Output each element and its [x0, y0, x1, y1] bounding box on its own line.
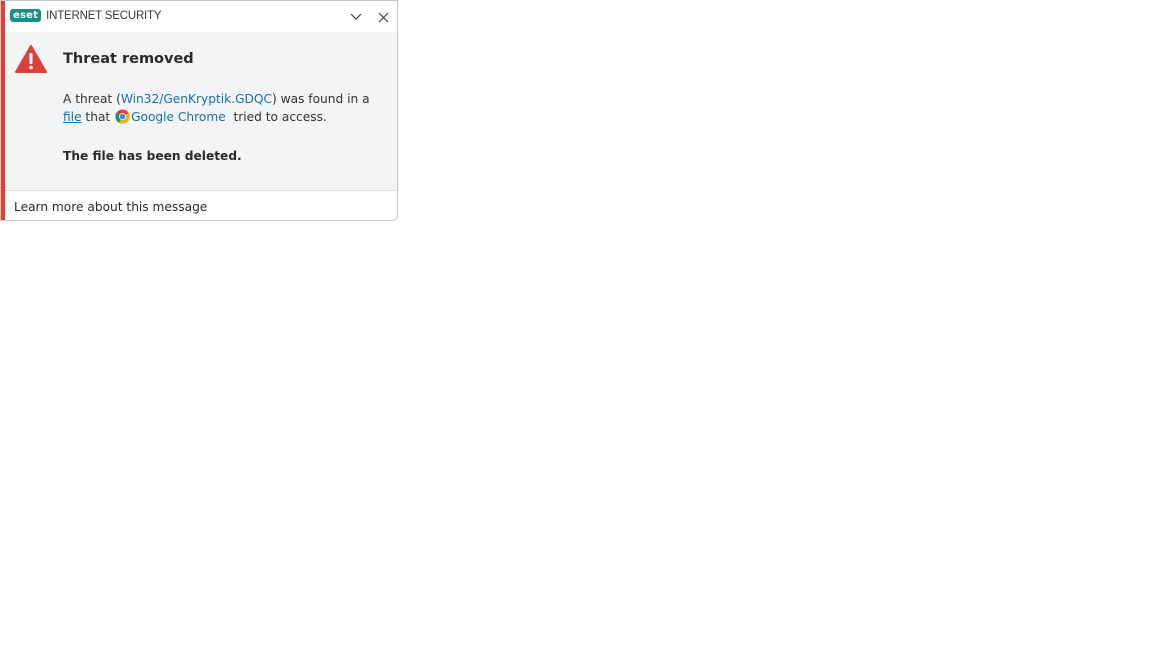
warning-triangle-icon: [15, 45, 47, 73]
close-button[interactable]: [372, 7, 394, 27]
eset-logo: eset: [10, 9, 42, 22]
message-text: that: [81, 110, 115, 124]
product-name: INTERNET SECURITY: [46, 9, 162, 22]
message-text: ) was found in a: [272, 92, 370, 106]
brand: eset INTERNET SECURITY: [10, 9, 162, 22]
notification-message: A threat (Win32/GenKryptik.GDQC) was fou…: [63, 90, 383, 126]
eset-notification: eset INTERNET SECURITY Threat removed A …: [0, 0, 398, 221]
file-link[interactable]: file: [63, 110, 82, 124]
notification-footer: Learn more about this message: [5, 190, 397, 220]
titlebar: eset INTERNET SECURITY: [5, 1, 397, 32]
message-text: tried to access.: [225, 110, 327, 124]
close-icon: [378, 12, 388, 22]
chevron-down-icon: [350, 13, 362, 20]
threat-name-link[interactable]: Win32/GenKryptik.GDQC: [121, 92, 272, 106]
chrome-icon: [115, 109, 130, 124]
notification-title: Threat removed: [63, 51, 194, 67]
notification-body: Threat removed A threat (Win32/GenKrypti…: [5, 32, 397, 190]
collapse-button[interactable]: [345, 7, 367, 27]
message-text: A threat (: [63, 92, 121, 106]
result-text: The file has been deleted.: [63, 149, 242, 163]
app-name-link[interactable]: Google Chrome: [131, 110, 226, 124]
learn-more-link[interactable]: Learn more about this message: [14, 200, 207, 214]
